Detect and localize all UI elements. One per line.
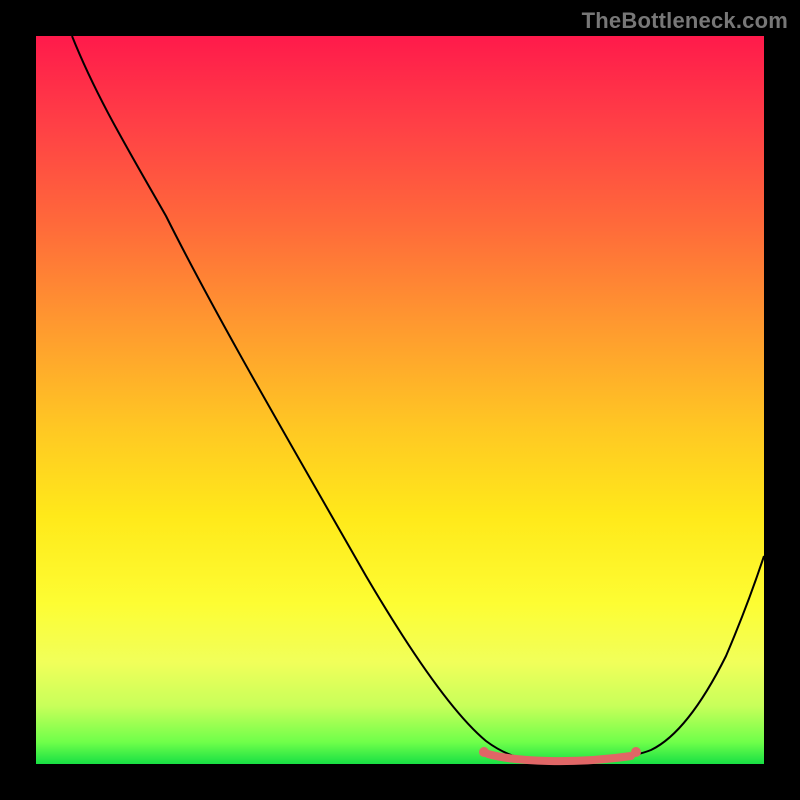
- watermark-text: TheBottleneck.com: [582, 8, 788, 34]
- curve-layer: [36, 36, 764, 764]
- chart-frame: TheBottleneck.com: [0, 0, 800, 800]
- bottleneck-curve: [72, 36, 764, 762]
- optimal-zone-marker: [479, 747, 641, 761]
